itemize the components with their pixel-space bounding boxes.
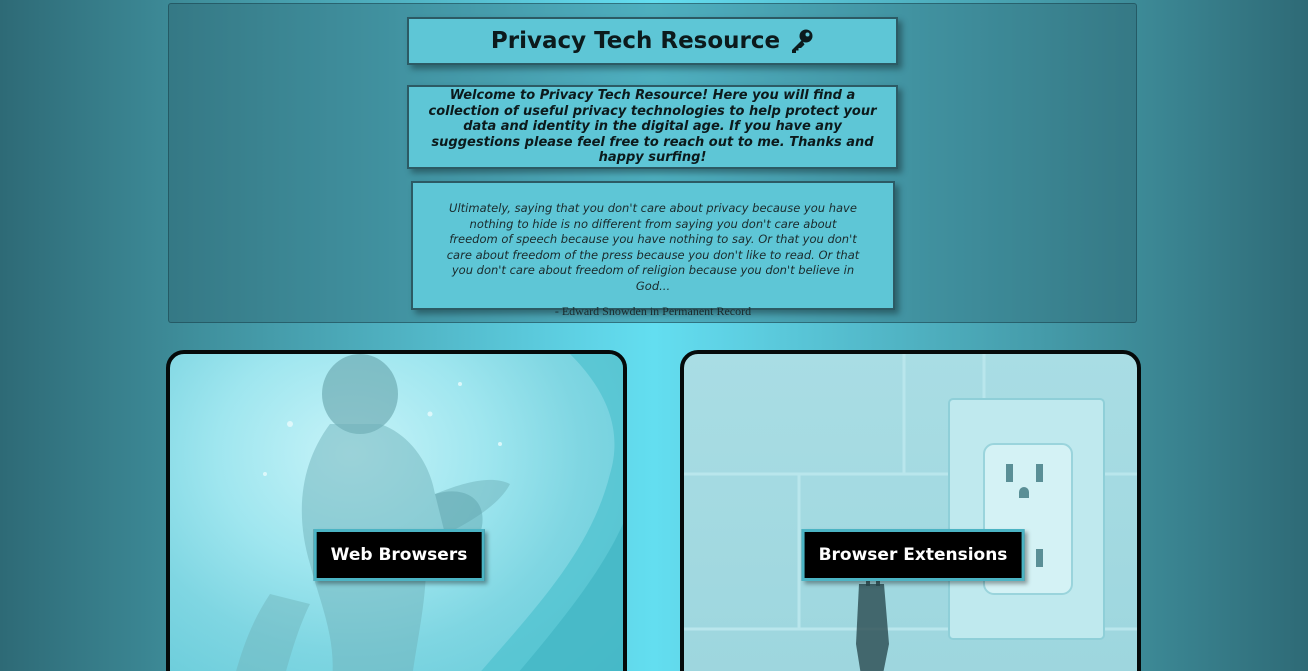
quote-box: Ultimately, saying that you don't care a… bbox=[411, 181, 895, 318]
web-browsers-button[interactable]: Web Browsers bbox=[313, 529, 485, 581]
welcome-box: Welcome to Privacy Tech Resource! Here y… bbox=[407, 85, 898, 169]
page-title-box: Privacy Tech Resource bbox=[407, 17, 898, 65]
browser-extensions-card[interactable]: Browser Extensions bbox=[680, 350, 1141, 671]
key-icon bbox=[788, 28, 814, 54]
web-browsers-card[interactable]: Web Browsers bbox=[166, 350, 627, 671]
page-title: Privacy Tech Resource bbox=[490, 28, 781, 54]
quote-text: Ultimately, saying that you don't care a… bbox=[446, 201, 860, 293]
browser-extensions-button[interactable]: Browser Extensions bbox=[801, 529, 1025, 581]
surfer-image bbox=[236, 354, 623, 671]
quote-attribution: - Edward Snowden in Permanent Record bbox=[554, 304, 752, 318]
welcome-text: Welcome to Privacy Tech Resource! Here y… bbox=[428, 88, 877, 166]
outlet-image bbox=[684, 354, 1137, 671]
